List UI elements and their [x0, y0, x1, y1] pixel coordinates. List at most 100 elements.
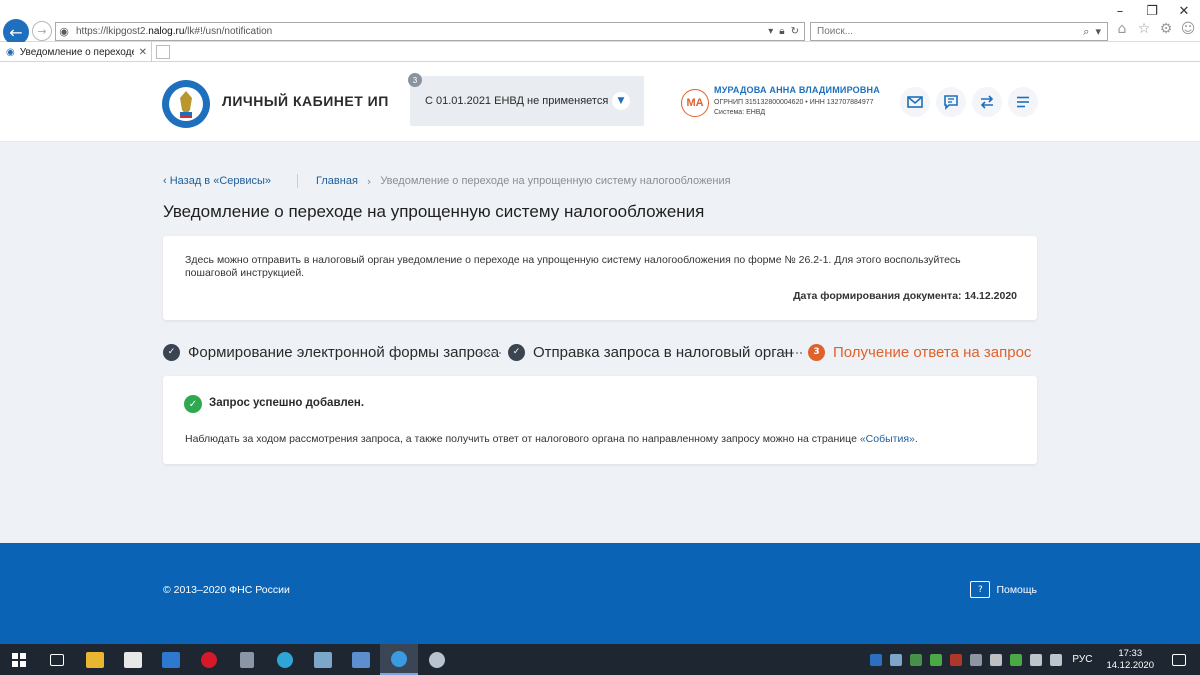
tray-app-icon[interactable] — [1010, 653, 1023, 666]
info-card: Здесь можно отправить в налоговый орган … — [163, 236, 1037, 320]
back-to-services-link[interactable]: ‹ Назад в «Сервисы» — [163, 175, 271, 187]
mail-button[interactable] — [900, 87, 930, 117]
step-2: ✓ Отправка запроса в налоговый орган — [508, 340, 793, 364]
taskbar-app-1[interactable] — [304, 644, 342, 675]
home-icon[interactable]: ⌂ — [1114, 21, 1130, 37]
language-indicator[interactable]: РУС — [1072, 654, 1092, 665]
step-connector — [780, 352, 802, 354]
breadcrumb: ‹ Назад в «Сервисы» Главная › Уведомлени… — [163, 174, 731, 188]
system-tray: РУС 17:33 14.12.2020 — [870, 644, 1200, 675]
notification-icon[interactable] — [1172, 653, 1186, 666]
address-bar[interactable]: ◉ https://lkipgost2.nalog.ru/lk#!/usn/no… — [55, 22, 805, 41]
breadcrumb-home-link[interactable]: Главная — [316, 175, 358, 187]
taskbar-edge[interactable] — [266, 644, 304, 675]
taskbar-mail[interactable] — [152, 644, 190, 675]
document-date: Дата формирования документа: 14.12.2020 — [793, 290, 1017, 302]
smiley-icon[interactable]: ☺ — [1180, 21, 1196, 37]
fns-logo[interactable] — [161, 79, 211, 129]
tray-app-icon[interactable] — [970, 653, 983, 666]
tab-close-icon[interactable]: ✕ — [139, 47, 151, 58]
calculator-icon — [240, 651, 254, 668]
check-icon: ✓ — [163, 343, 180, 361]
tray-app-icon[interactable] — [950, 653, 963, 666]
avatar[interactable]: МА — [681, 89, 709, 117]
tab-title: Уведомление о переходе ... — [19, 46, 134, 58]
help-link[interactable]: ? Помощь — [970, 581, 1037, 598]
search-icon[interactable]: ⌕ — [1083, 25, 1089, 39]
new-tab-button[interactable] — [156, 45, 170, 59]
network-icon[interactable] — [1030, 653, 1043, 666]
taskbar-calculator[interactable] — [228, 644, 266, 675]
browser-tab[interactable]: ◉ Уведомление о переходе ... ✕ — [0, 42, 152, 62]
start-button[interactable] — [0, 644, 38, 675]
site-header: ЛИЧНЫЙ КАБИНЕТ ИП 3 С 01.01.2021 ЕНВД не… — [0, 62, 1200, 142]
nvidia-icon[interactable] — [930, 653, 943, 666]
folder-icon — [86, 651, 104, 668]
taskbar-app-2[interactable] — [342, 644, 380, 675]
brand-title[interactable]: ЛИЧНЫЙ КАБИНЕТ ИП — [222, 93, 389, 109]
tray-app-icon[interactable] — [890, 653, 903, 666]
breadcrumb-divider — [297, 174, 299, 188]
tab-bar: ◉ Уведомление о переходе ... ✕ — [0, 42, 1200, 62]
step-3: 3 Получение ответа на запрос — [808, 340, 1031, 364]
search-input[interactable] — [817, 26, 1084, 37]
dropdown-icon[interactable]: ▾ — [768, 26, 773, 37]
step-1: ✓ Формирование электронной формы запроса — [163, 340, 499, 364]
close-icon[interactable]: ✕ — [1168, 0, 1200, 22]
windows-icon — [12, 652, 26, 667]
help-icon: ? — [970, 581, 991, 598]
task-view-icon — [50, 653, 64, 666]
clock-time: 17:33 — [1118, 647, 1143, 659]
clock[interactable]: 17:33 14.12.2020 — [1106, 648, 1154, 672]
restore-icon[interactable]: ❐ — [1136, 0, 1168, 22]
browser-toolbar: – ❐ ✕ ← → ◉ https://lkipgost2.nalog.ru/l… — [0, 0, 1200, 45]
url-text[interactable]: https://lkipgost2.nalog.ru/lk#!/usn/noti… — [72, 26, 768, 37]
taskbar-opera[interactable] — [190, 644, 228, 675]
minimize-icon[interactable]: – — [1104, 0, 1136, 22]
task-view-button[interactable] — [38, 644, 76, 675]
star-icon[interactable]: ☆ — [1136, 21, 1152, 37]
browser-icons: ⌂ ☆ ⚙ ☺ — [1114, 21, 1196, 37]
search-dropdown-icon[interactable]: ▾ — [1095, 25, 1101, 39]
step-label: Отправка запроса в налоговый орган — [533, 343, 794, 361]
result-card: ✓ Запрос успешно добавлен. Наблюдать за … — [163, 376, 1037, 464]
regime-badge: 3 — [408, 73, 422, 87]
swap-arrows-icon — [980, 95, 994, 109]
site-footer: © 2013–2020 ФНС России ? Помощь — [0, 543, 1200, 644]
chat-icon — [944, 95, 958, 110]
help-label: Помощь — [996, 583, 1037, 596]
taskbar-explorer[interactable] — [76, 644, 114, 675]
battery-icon[interactable] — [990, 653, 1003, 666]
browser-search-box[interactable]: ⌕ ▾ — [810, 22, 1108, 41]
refresh-icon[interactable]: ↻ — [791, 26, 799, 37]
copyright: © 2013–2020 ФНС России — [163, 584, 290, 596]
app-icon — [314, 651, 332, 668]
user-name[interactable]: МУРАДОВА АННА ВЛАДИМИРОВНА — [714, 85, 880, 95]
taskbar-internet-explorer[interactable] — [380, 644, 418, 675]
tray-app-icon[interactable] — [910, 653, 923, 666]
forward-arrow-icon[interactable]: → — [32, 21, 52, 41]
mail-app-icon — [162, 651, 180, 668]
breadcrumb-current: Уведомление о переходе на упрощенную сис… — [380, 175, 731, 187]
lock-icon[interactable]: 🔒︎ — [779, 26, 784, 37]
gear-icon[interactable]: ⚙ — [1158, 21, 1174, 37]
tray-icons — [870, 653, 1063, 666]
menu-button[interactable] — [1008, 87, 1038, 117]
app-icon — [352, 651, 370, 668]
window-controls: – ❐ ✕ — [1104, 0, 1200, 22]
step-label: Формирование электронной формы запроса — [188, 343, 500, 361]
volume-icon[interactable] — [1050, 653, 1063, 666]
events-link[interactable]: «События» — [860, 433, 915, 445]
taskbar-store[interactable] — [114, 644, 152, 675]
regime-selector[interactable]: 3 С 01.01.2021 ЕНВД не применяется ▼ — [408, 73, 644, 126]
step-label: Получение ответа на запрос — [833, 343, 1032, 361]
bluetooth-icon[interactable] — [870, 653, 883, 666]
user-system: Система: ЕНВД — [714, 109, 766, 116]
chevron-down-icon[interactable]: ▼ — [612, 92, 630, 110]
chevron-right-icon: › — [366, 174, 372, 188]
chat-button[interactable] — [936, 87, 966, 117]
regime-label: С 01.01.2021 ЕНВД не применяется — [425, 95, 609, 107]
check-icon: ✓ — [508, 343, 525, 361]
exchange-button[interactable] — [972, 87, 1002, 117]
taskbar-app-3[interactable] — [418, 644, 456, 675]
